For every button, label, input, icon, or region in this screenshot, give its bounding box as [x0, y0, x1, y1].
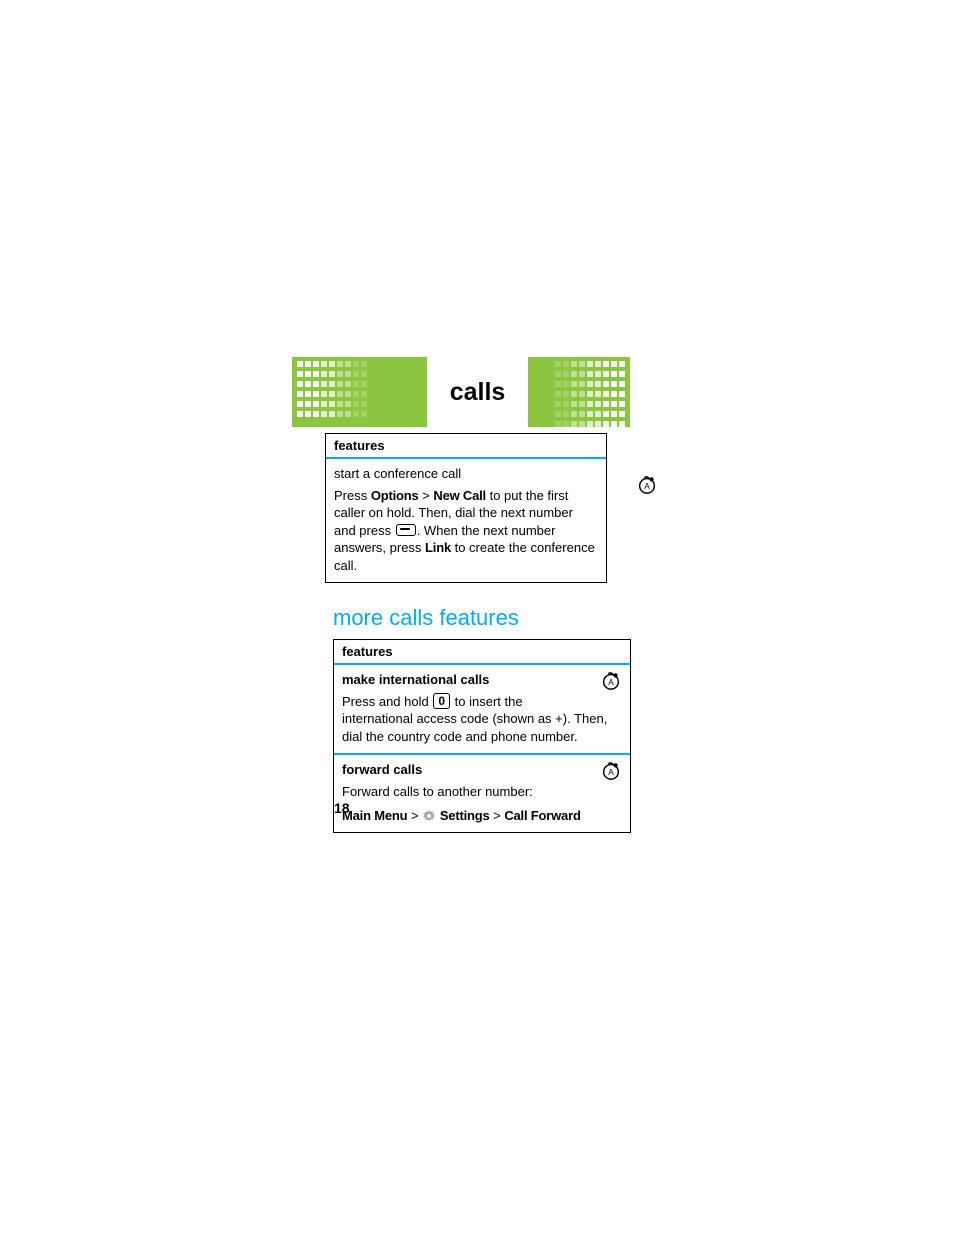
svg-text:A: A: [608, 678, 614, 687]
svg-text:A: A: [644, 482, 650, 491]
t1-newcall: New Call: [433, 488, 486, 503]
table1-row-body: Press Options > New Call to put the firs…: [334, 487, 596, 575]
t2a-pre: Press and hold: [342, 694, 432, 709]
t1-pre: Press: [334, 488, 371, 503]
t1-link: Link: [425, 540, 451, 555]
table2-rowB: A forward calls Forward calls to another…: [334, 755, 630, 832]
more-calls-heading: more calls features: [333, 605, 630, 631]
features-table-1: features start a conference call Press O…: [325, 433, 607, 583]
path-gt2: >: [490, 808, 505, 823]
page: calls features start a conference call P…: [0, 0, 954, 1235]
zero-key-icon: 0: [433, 693, 450, 709]
path-main-menu: Main Menu: [342, 808, 407, 823]
svg-text:A: A: [608, 769, 614, 778]
table2-rowB-title: forward calls: [342, 761, 622, 779]
table2-rowA-title: make international calls: [342, 671, 622, 689]
features-table-2: features A make international calls Pres…: [333, 639, 631, 833]
chapter-title: calls: [325, 357, 630, 427]
table1-row: start a conference call Press Options > …: [326, 459, 606, 582]
path-settings: Settings: [440, 808, 490, 823]
table2-rowB-path: Main Menu > Settings > Call Forward: [342, 807, 622, 825]
settings-gear-icon: [423, 809, 435, 821]
operator-dependent-icon: A: [636, 473, 658, 500]
table2-rowA: A make international calls Press and hol…: [334, 665, 630, 753]
path-call-forward: Call Forward: [504, 808, 580, 823]
path-gt1: >: [407, 808, 422, 823]
table2-rowA-body: Press and hold 0 to insert the internati…: [342, 693, 622, 746]
table1-row-title: start a conference call: [334, 465, 596, 483]
features-table-1-wrap: features start a conference call Press O…: [325, 433, 630, 583]
t1-options: Options: [371, 488, 419, 503]
content-column: calls features start a conference call P…: [325, 357, 630, 833]
operator-dependent-icon: A: [600, 759, 622, 786]
chapter-banner: calls: [325, 357, 630, 427]
table2-rowB-desc: Forward calls to another number:: [342, 783, 622, 801]
operator-dependent-icon: A: [600, 669, 622, 696]
send-key-icon: [396, 524, 416, 536]
table2-header: features: [334, 640, 630, 665]
t1-gt1: >: [419, 488, 434, 503]
table1-header: features: [326, 434, 606, 459]
page-number: 18: [334, 800, 350, 816]
